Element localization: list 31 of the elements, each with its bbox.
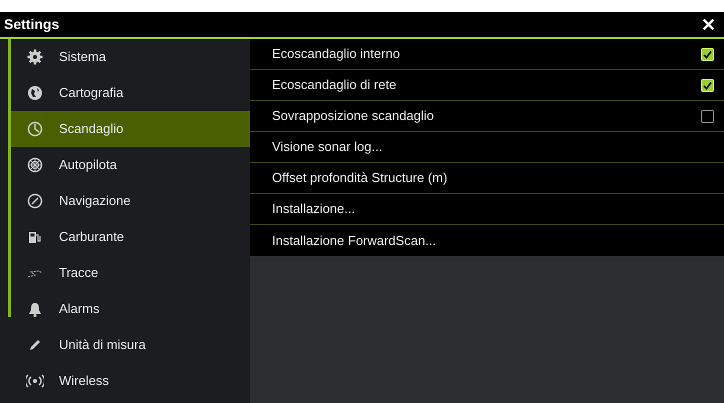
close-button[interactable]: ✕ bbox=[697, 16, 720, 34]
sidebar-item[interactable]: Cartografia bbox=[11, 75, 250, 111]
globe-icon bbox=[27, 85, 43, 101]
setting-row[interactable]: Visione sonar log... bbox=[250, 132, 724, 163]
bell-icon bbox=[28, 302, 42, 316]
setting-row[interactable]: Ecoscandaglio di rete bbox=[250, 70, 724, 101]
sidebar-item[interactable]: Scandaglio bbox=[11, 111, 250, 147]
sidebar-item[interactable]: Carburante bbox=[11, 219, 250, 255]
checkbox[interactable] bbox=[701, 110, 714, 122]
sidebar-item[interactable]: Tracce bbox=[11, 255, 250, 291]
wheel-icon bbox=[27, 157, 43, 173]
pencil-icon bbox=[29, 339, 41, 351]
clock-icon bbox=[27, 121, 43, 137]
gear-icon bbox=[27, 49, 43, 65]
sidebar-item[interactable]: Unità di misura bbox=[11, 327, 250, 363]
sidebar-item[interactable]: Navigazione bbox=[11, 183, 250, 219]
wireless-icon bbox=[26, 374, 44, 388]
compass-icon bbox=[27, 193, 43, 209]
setting-row[interactable]: Installazione ForwardScan... bbox=[250, 225, 724, 256]
track-icon bbox=[27, 268, 43, 278]
setting-row[interactable]: Installazione... bbox=[250, 194, 724, 225]
setting-row[interactable]: Offset profondità Structure (m) bbox=[250, 163, 724, 194]
setting-row[interactable]: Ecoscandaglio interno bbox=[250, 39, 724, 70]
sidebar-item[interactable]: Autopilota bbox=[11, 147, 250, 183]
sidebar-item[interactable]: Alarms bbox=[11, 291, 250, 327]
window-title: Settings bbox=[4, 15, 60, 34]
scroll-bar[interactable] bbox=[8, 39, 11, 317]
sidebar-item[interactable]: Sistema bbox=[11, 39, 250, 75]
fuel-pump-icon bbox=[28, 230, 42, 244]
sidebar-item[interactable]: Wireless bbox=[11, 363, 250, 399]
setting-row[interactable]: Sovrapposizione scandaglio bbox=[250, 101, 724, 132]
